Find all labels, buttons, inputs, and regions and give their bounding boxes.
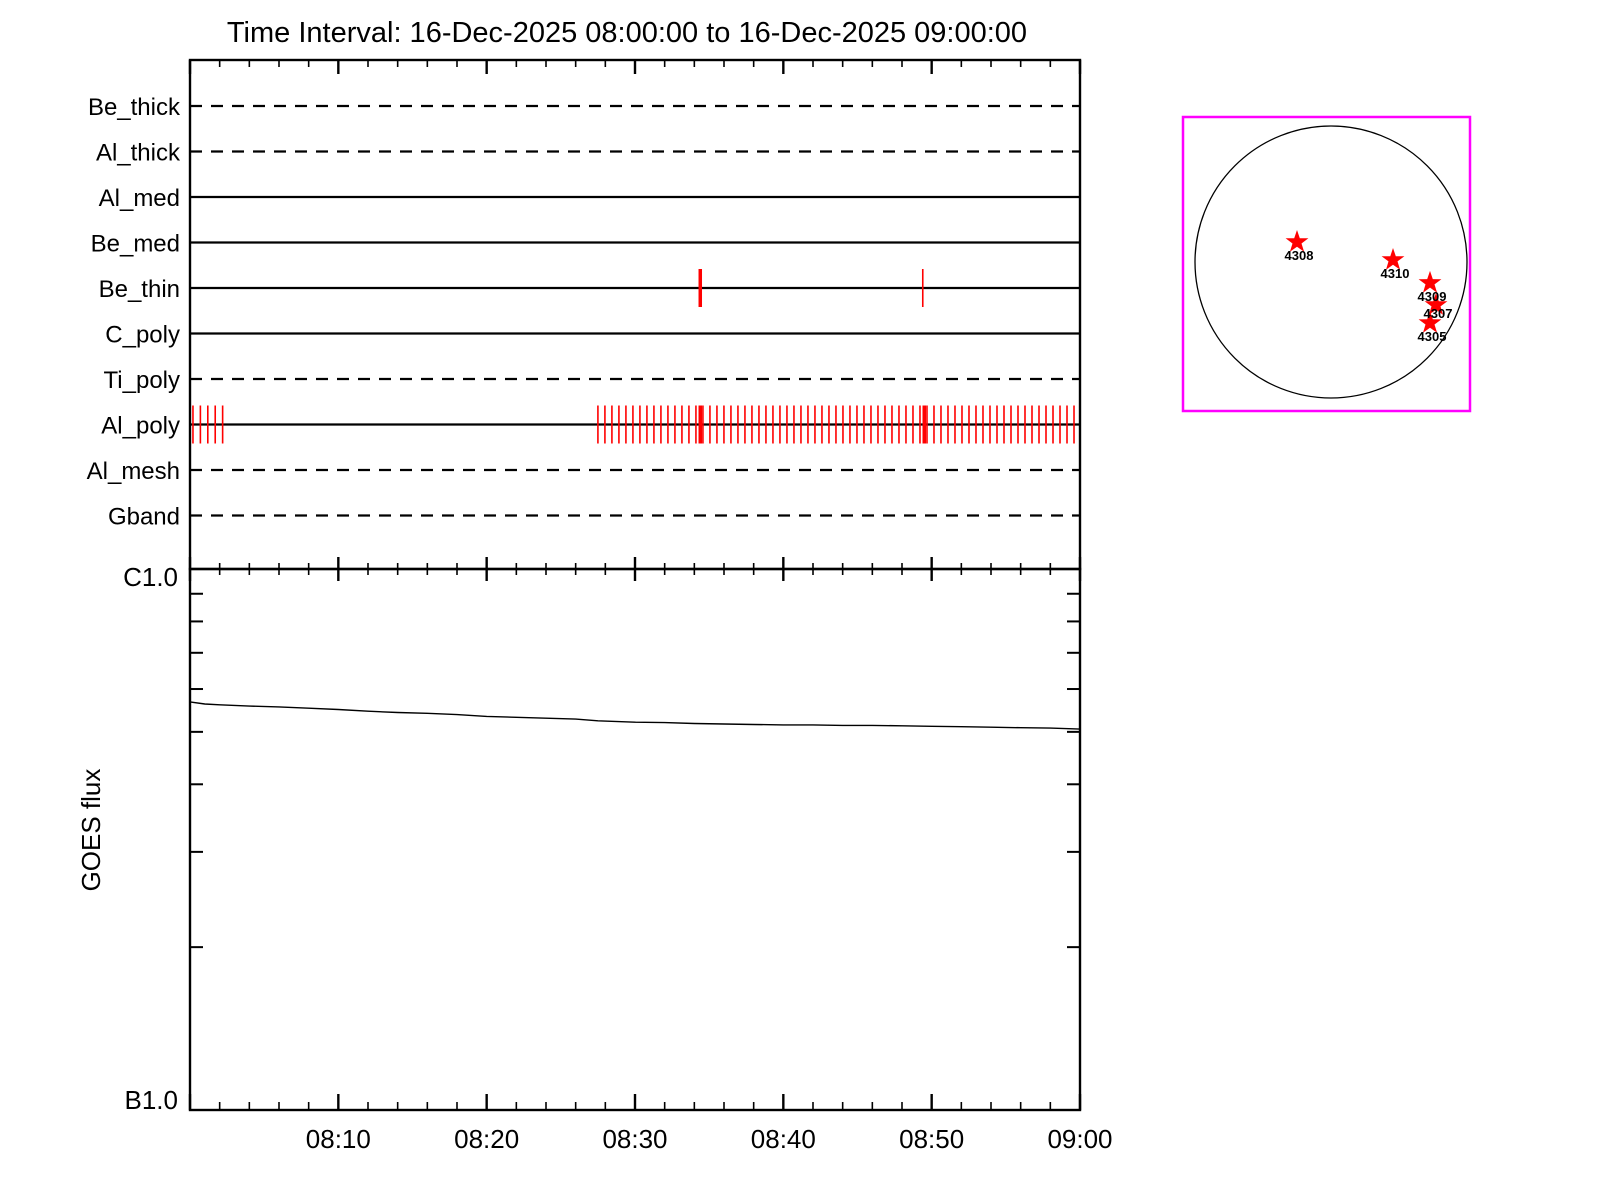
goes-flux-curve [189, 701, 1081, 730]
goes-border [188, 567, 1082, 1112]
timeline-border [188, 58, 1082, 571]
filter-label-Al_mesh: Al_mesh [87, 458, 180, 485]
filter-label-Al_thick: Al_thick [96, 140, 181, 167]
x-tick-label-08:20: 08:20 [454, 1124, 519, 1154]
x-tick-label-08:40: 08:40 [751, 1124, 816, 1154]
filter-label-Be_thin: Be_thin [99, 276, 180, 303]
goes-ylabel: GOES flux [76, 769, 106, 892]
filter-label-Al_poly: Al_poly [101, 413, 180, 440]
active-region-label-4305: 4305 [1418, 329, 1447, 344]
filter-label-Be_med: Be_med [91, 231, 180, 258]
x-tick-label-08:10: 08:10 [306, 1124, 371, 1154]
solar-limb-circle [1194, 125, 1468, 399]
filter-label-Be_thick: Be_thick [88, 94, 181, 121]
plot-title: Time Interval: 16-Dec-2025 08:00:00 to 1… [227, 17, 1027, 49]
filter-label-Gband: Gband [108, 504, 180, 531]
goes-y-bottom-label: B1.0 [125, 1085, 179, 1115]
plot-canvas: Time Interval: 16-Dec-2025 08:00:00 to 1… [76, 17, 1472, 1154]
filter-label-Al_med: Al_med [99, 185, 180, 212]
active-region-label-4310: 4310 [1381, 266, 1410, 281]
x-tick-label-08:30: 08:30 [602, 1124, 667, 1154]
goes-flux-panel: 08:10 08:20 08:30 08:40 08:50 09:00 [188, 567, 1113, 1154]
goes-y-top-label: C1.0 [123, 562, 178, 592]
x-tick-label-09:00: 09:00 [1047, 1124, 1112, 1154]
xrt-goes-monitor-plot: Time Interval: 16-Dec-2025 08:00:00 to 1… [0, 0, 1600, 1200]
filter-label-C_poly: C_poly [105, 322, 180, 349]
active-region-label-4309: 4309 [1418, 289, 1447, 304]
active-region-label-4308: 4308 [1285, 248, 1314, 263]
filter-timeline-panel: Be_thick Al_thick Al_med Be_med Be_thin C_pol… [87, 58, 1082, 581]
filter-label-Ti_poly: Ti_poly [104, 367, 180, 394]
x-tick-label-08:50: 08:50 [899, 1124, 964, 1154]
solar-disk-panel: 4308 4310 4309 4307 4305 [1181, 115, 1472, 413]
solar-disk-frame [1181, 115, 1472, 413]
active-region-label-4307: 4307 [1424, 306, 1453, 321]
